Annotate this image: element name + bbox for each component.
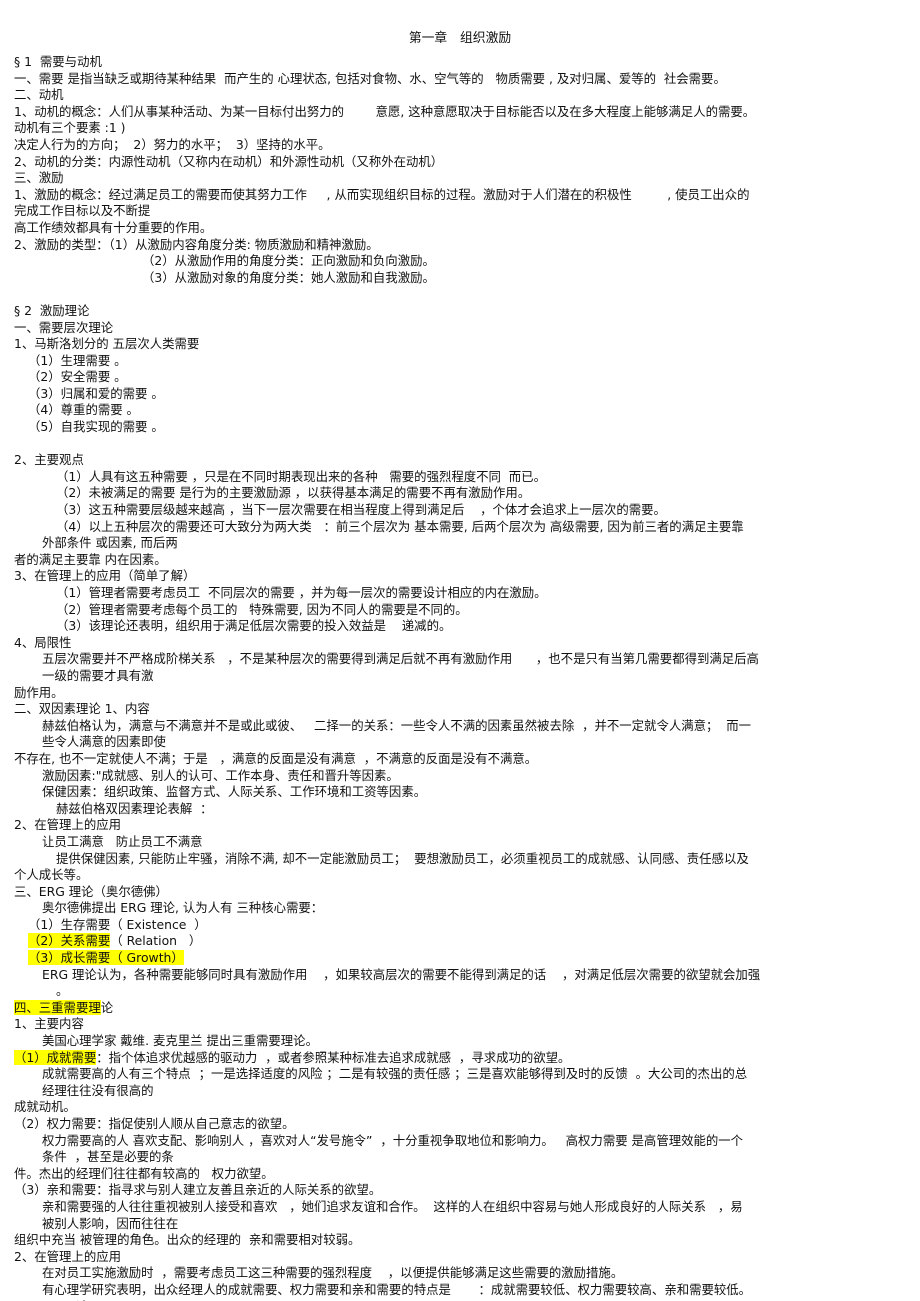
highlight-mark: 四、三重需要理 xyxy=(14,999,101,1015)
document-line: 让员工满意 防止员工不满意 xyxy=(42,833,203,849)
document-line: 组织中充当 被管理的角色。出众的经理的 亲和需要相对较弱。 xyxy=(14,1232,361,1248)
document-line: 2、在管理上的应用 xyxy=(14,1248,122,1264)
document-line: 美国心理学家 戴维. 麦克里兰 提出三重需要理论。 xyxy=(42,1033,318,1049)
document-line: 亲和需要强的人往往重视被别人接受和喜欢 ，她们追求友谊和合作。 这样的人在组织中… xyxy=(42,1198,743,1214)
document-line: 赫兹伯格认为，满意与不满意并不是或此或彼、 二择一的关系：一些令人不满的因素虽然… xyxy=(42,717,752,733)
document-line: 二、双因素理论 1、内容 xyxy=(14,701,150,717)
document-line: 动机有三个要素 :1 ) xyxy=(14,120,126,136)
highlight-mark: （3）成长需要（ Growth） xyxy=(28,950,184,966)
document-line: （3）归属和爱的需要 。 xyxy=(28,385,164,401)
document-line: 有心理学研究表明，出众经理人的成就需要、权力需要和亲和需要的特点是 ：成就需要较… xyxy=(42,1281,752,1297)
document-line: 奥尔德佛提出 ERG 理论, 认为人有 三种核心需要： xyxy=(42,900,324,916)
document-line: （3）从激励对象的角度分类：她人激励和自我激励。 xyxy=(142,269,435,285)
document-line: （3）亲和需要：指寻求与别人建立友善且亲近的人际关系的欲望。 xyxy=(14,1182,382,1198)
document-line: （2）从激励作用的角度分类：正向激励和负向激励。 xyxy=(142,253,435,269)
document-line: 2、激励的类型：（1）从激励内容角度分类: 物质激励和精神激励。 xyxy=(14,236,379,252)
document-line: 经理往往没有很高的 xyxy=(42,1082,154,1098)
document-line: 1、激励的概念：经过满足员工的需要而使其努力工作 , 从而实现组织目标的过程。激… xyxy=(14,186,750,202)
document-line: （4）以上五种层次的需要还可大致分为两大类 ：前三个层次为 基本需要, 后两个层… xyxy=(56,518,744,534)
document-line: （5）自我实现的需要 。 xyxy=(28,419,164,435)
document-line: 件。杰出的经理们往往都有较高的 权力欲望。 xyxy=(14,1165,274,1181)
document-body: 第一章 组织激励 § 1 需要与动机 一、需要 是指当缺乏或期待某种结果 而产生的 … xyxy=(0,0,920,1301)
document-line: （1）生理需要 。 xyxy=(28,352,127,368)
document-line: 完成工作目标以及不断提 xyxy=(14,203,151,219)
document-line: 决定人行为的方向； 2）努力的水平； 3）坚持的水平。 xyxy=(14,136,331,152)
document-line: （4）尊重的需要 。 xyxy=(28,402,139,418)
document-line: 4、局限性 xyxy=(14,634,72,650)
document-line: ERG 理论认为，各种需要能够同时具有激励作用 ，如果较高层次的需要不能得到满足… xyxy=(42,966,761,982)
document-line: （2）关系需要（ Relation ） xyxy=(14,933,906,950)
document-line: （1）管理者需要考虑员工 不同层次的需要 ，并为每一层次的需要设计相应的内在激励… xyxy=(56,585,547,600)
document-line: 三、ERG 理论（奥尔德佛） xyxy=(14,883,168,899)
line-text: ：指个体追求优越感的驱动力 ，或者参照某种标准去追求成就感 ，寻求成功的欲望。 xyxy=(96,1049,571,1065)
document-line: 成就动机。 xyxy=(14,1099,76,1115)
page-title: 第一章 组织激励 xyxy=(408,31,512,46)
document-line: 五层次需要并不严格成阶梯关系 ，不是某种层次的需要得到满足后就不再有激励作用 ，… xyxy=(42,651,759,667)
document-line: 励作用。 xyxy=(14,684,64,700)
document-line: （2）安全需要 。 xyxy=(28,369,127,385)
document-line: （2）权力需要：指促使别人顺从自己意志的欲望。 xyxy=(14,1116,295,1131)
document-line: （3）这五种需要层级越来越高 ，当下一层次需要在相当程度上得到满足后 ，个体才会… xyxy=(56,502,666,518)
line-text: 论 xyxy=(100,999,114,1015)
document-line: 1、主要内容 xyxy=(14,1016,84,1032)
highlight-mark: （2）关系需要 xyxy=(28,933,111,949)
document-line: 赫兹伯格双因素理论表解 ： xyxy=(56,800,213,816)
document-line: 些令人满意的因素即使 xyxy=(42,734,166,750)
document-line: 一、需要层次理论 xyxy=(14,319,114,335)
document-line: 二、动机 xyxy=(14,87,64,103)
document-line: 四、三重需要理论 xyxy=(14,999,906,1017)
document-line: （3）成长需要（ Growth） xyxy=(14,950,906,967)
highlight-mark: （1）成就需要 xyxy=(14,1049,97,1065)
document-line: 外部条件 或因素, 而后两 xyxy=(42,535,178,551)
document-line: 不存在, 也不一定就使人不满；于是 ，满意的反面是没有满意 ，不满意的反面是没有… xyxy=(14,750,538,766)
document-line: § 1 需要与动机 xyxy=(14,54,102,69)
document-line: （1）生存需要（ Existence ） xyxy=(28,916,207,932)
document-line: 提供保健因素, 只能防止牢骚，消除不满, 却不一定能激励员工； 要想激励员工，必… xyxy=(56,850,749,866)
document-line: 2、动机的分类：内源性动机（又称内在动机）和外源性动机（又称外在动机） xyxy=(14,153,444,169)
document-line: 一级的需要才具有激 xyxy=(42,667,154,683)
document-line: 高工作绩效都具有十分重要的作用。 xyxy=(14,219,213,235)
document-line: 在对员工实施激励时 ，需要考虑员工这三种需要的强烈程度 ，以便提供能够满足这些需… xyxy=(42,1265,624,1281)
document-line: 2、主要观点 xyxy=(14,452,84,468)
document-line: 1、马斯洛划分的 五层次人类需要 xyxy=(14,336,200,352)
document-line: 者的满足主要靠 内在因素。 xyxy=(14,551,167,567)
document-line: 被别人影响，因而往往在 xyxy=(42,1215,179,1231)
document-line: 一、需要 是指当缺乏或期待某种结果 而产生的 心理状态, 包括对食物、水、空气等… xyxy=(14,70,726,86)
document-line: 。 xyxy=(56,983,69,999)
line-text: （ Relation ） xyxy=(110,933,202,949)
document-line: § 2 激励理论 xyxy=(14,302,90,318)
document-line: 激励因素:"成就感、别人的认可、工作本身、责任和晋升等因素。 xyxy=(42,767,399,783)
document-line: 条件 ，甚至是必要的条 xyxy=(42,1149,174,1165)
document-line: 权力需要高的人 喜欢支配、影响别人 ，喜欢对人“发号施令” ，十分重视争取地位和… xyxy=(42,1132,744,1148)
document-line: 3、在管理上的应用（简单了解） xyxy=(14,568,196,584)
document-line: （3）该理论还表明，组织用于满足低层次需要的投入效益是 递减的。 xyxy=(56,618,452,634)
document-page: 第一章 组织激励 § 1 需要与动机 一、需要 是指当缺乏或期待某种结果 而产生的 … xyxy=(0,0,920,1301)
document-line: 个人成长等。 xyxy=(14,867,89,883)
document-line: （1）成就需要：指个体追求优越感的驱动力 ，或者参照某种标准去追求成就感 ，寻求… xyxy=(14,1049,906,1067)
document-line: 2、在管理上的应用 xyxy=(14,817,122,833)
document-line: （2）管理者需要考虑每个员工的 特殊需要, 因为不同人的需要是不同的。 xyxy=(56,601,468,617)
document-line: 三、激励 xyxy=(14,170,64,186)
document-line: 1、动机的概念：人们从事某种活动、为某一目标付出努力的 意愿, 这种意愿取决于目… xyxy=(14,103,756,119)
document-line: （1）人具有这五种需要 ，只是在不同时期表现出来的各种 需要的强烈程度不同 而已… xyxy=(56,468,546,484)
document-line: 成就需要高的人有三个特点 ；一是选择适度的风险 ；二是有较强的责任感 ；三是喜欢… xyxy=(42,1066,748,1082)
document-line: （2）未被满足的需要 是行为的主要激励源 ，以获得基本满足的需要不再有激励作用。 xyxy=(56,485,531,501)
document-line: 保健因素：组织政策、监督方式、人际关系、工作环境和工资等因素。 xyxy=(42,784,427,800)
